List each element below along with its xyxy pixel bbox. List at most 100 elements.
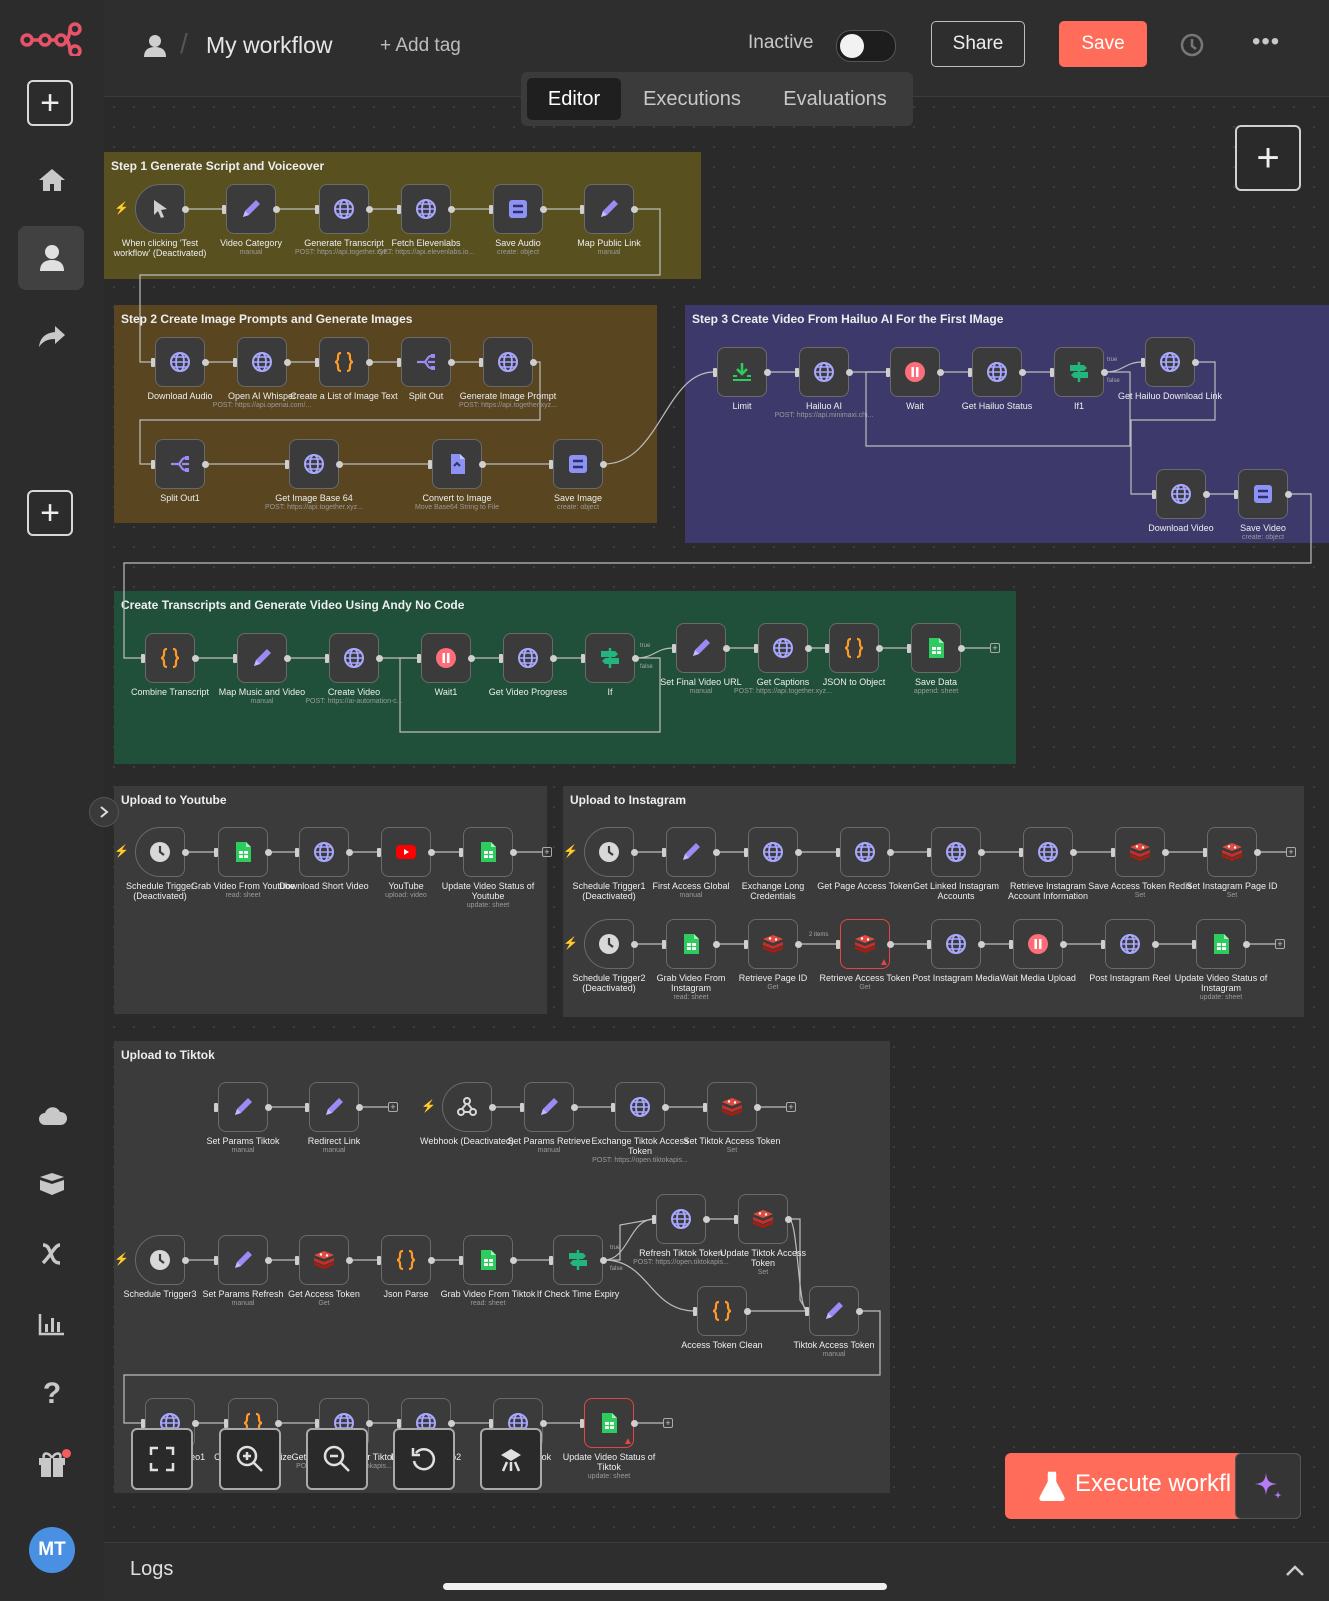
workflow-node[interactable] (666, 827, 716, 877)
output-port[interactable] (448, 358, 455, 366)
add-next-node-button[interactable]: + (786, 1102, 796, 1112)
input-port[interactable] (305, 1102, 309, 1112)
share-icon[interactable] (0, 316, 104, 356)
output-port[interactable] (448, 205, 455, 213)
output-port[interactable] (723, 644, 730, 652)
add-next-node-button[interactable]: + (1275, 939, 1285, 949)
input-port[interactable] (1111, 847, 1115, 857)
output-port[interactable] (346, 1256, 353, 1264)
output-port[interactable] (958, 644, 965, 652)
output-port[interactable] (479, 460, 486, 468)
output-port[interactable] (937, 368, 944, 376)
tidy-up-button[interactable] (480, 1428, 542, 1490)
input-port[interactable] (744, 847, 748, 857)
workflow-node[interactable] (319, 337, 369, 387)
workflow-node[interactable] (748, 919, 798, 969)
input-port[interactable] (459, 847, 463, 857)
workflow-node[interactable] (218, 1082, 268, 1132)
workflow-node[interactable] (289, 439, 339, 489)
input-port[interactable] (222, 204, 226, 214)
input-port[interactable] (968, 367, 972, 377)
home-icon[interactable] (0, 160, 104, 200)
output-port[interactable] (376, 654, 383, 662)
output-port[interactable] (805, 644, 812, 652)
input-port[interactable] (428, 459, 432, 469)
output-port[interactable] (1285, 490, 1292, 498)
input-port[interactable] (151, 459, 155, 469)
workflow-node[interactable] (1013, 919, 1063, 969)
workflow-node[interactable] (553, 439, 603, 489)
logo-icon[interactable] (0, 18, 104, 58)
workflow-node[interactable] (809, 1286, 859, 1336)
output-port[interactable] (428, 848, 435, 856)
output-port[interactable] (275, 1419, 282, 1427)
workflow-node[interactable] (748, 827, 798, 877)
input-port[interactable] (1203, 847, 1207, 857)
tab-editor[interactable]: Editor (527, 78, 621, 120)
workflow-node[interactable] (524, 1082, 574, 1132)
input-port[interactable] (233, 357, 237, 367)
tab-executions[interactable]: Executions (625, 78, 759, 120)
workflow-node[interactable] (656, 1194, 706, 1244)
output-port[interactable] (856, 1307, 863, 1315)
output-port[interactable] (202, 460, 209, 468)
add-next-node-button[interactable]: + (388, 1102, 398, 1112)
output-port[interactable] (265, 848, 272, 856)
input-port[interactable] (417, 653, 421, 663)
input-port[interactable] (479, 357, 483, 367)
add-tag-button[interactable]: + Add tag (380, 35, 461, 57)
add-node-button[interactable]: + (1235, 125, 1301, 191)
add-next-node-button[interactable]: + (990, 643, 1000, 653)
input-port[interactable] (459, 1255, 463, 1265)
output-port[interactable] (182, 848, 189, 856)
workflow-node[interactable] (584, 184, 634, 234)
add-next-node-button[interactable]: + (663, 1418, 673, 1428)
workflow-node[interactable] (401, 337, 451, 387)
input-port[interactable] (1009, 939, 1013, 949)
output-port[interactable] (764, 368, 771, 376)
output-port[interactable] (1070, 848, 1077, 856)
output-port[interactable] (510, 1256, 517, 1264)
workflow-node[interactable] (707, 1082, 757, 1132)
output-port[interactable] (1152, 940, 1159, 948)
workflow-node[interactable] (319, 184, 369, 234)
output-port[interactable] (336, 460, 343, 468)
output-port[interactable] (428, 1256, 435, 1264)
workflow-node[interactable] (442, 1082, 492, 1132)
output-port[interactable] (754, 1103, 761, 1111)
workflow-node[interactable] (1156, 469, 1206, 519)
workflow-node[interactable] (483, 337, 533, 387)
input-port[interactable] (907, 643, 911, 653)
workflow-node[interactable] (155, 337, 205, 387)
workflow-node[interactable] (931, 827, 981, 877)
input-port[interactable] (325, 653, 329, 663)
expand-panel-button[interactable] (89, 797, 119, 827)
input-port[interactable] (285, 459, 289, 469)
reset-zoom-button[interactable] (393, 1428, 455, 1490)
fit-view-button[interactable] (131, 1428, 193, 1490)
workflow-node[interactable] (890, 347, 940, 397)
input-port[interactable] (662, 939, 666, 949)
workflow-node[interactable] (666, 919, 716, 969)
output-port[interactable] (366, 1419, 373, 1427)
input-port[interactable] (397, 357, 401, 367)
input-port[interactable] (1234, 489, 1238, 499)
workflow-node[interactable] (226, 184, 276, 234)
history-icon[interactable] (1179, 32, 1205, 58)
add-icon[interactable]: + (27, 490, 73, 536)
output-port[interactable] (1243, 940, 1250, 948)
workflow-node[interactable] (1196, 919, 1246, 969)
output-port[interactable] (1192, 358, 1199, 366)
input-port[interactable] (662, 847, 666, 857)
workflow-node[interactable] (840, 827, 890, 877)
input-port[interactable] (224, 1418, 228, 1428)
input-port[interactable] (693, 1306, 697, 1316)
insights-icon[interactable] (0, 1306, 104, 1342)
input-port[interactable] (549, 459, 553, 469)
help-icon[interactable]: ? (0, 1376, 104, 1412)
input-port[interactable] (927, 939, 931, 949)
input-port[interactable] (611, 1102, 615, 1112)
workflow-node[interactable] (309, 1082, 359, 1132)
workflow-node[interactable] (299, 827, 349, 877)
input-port[interactable] (151, 357, 155, 367)
